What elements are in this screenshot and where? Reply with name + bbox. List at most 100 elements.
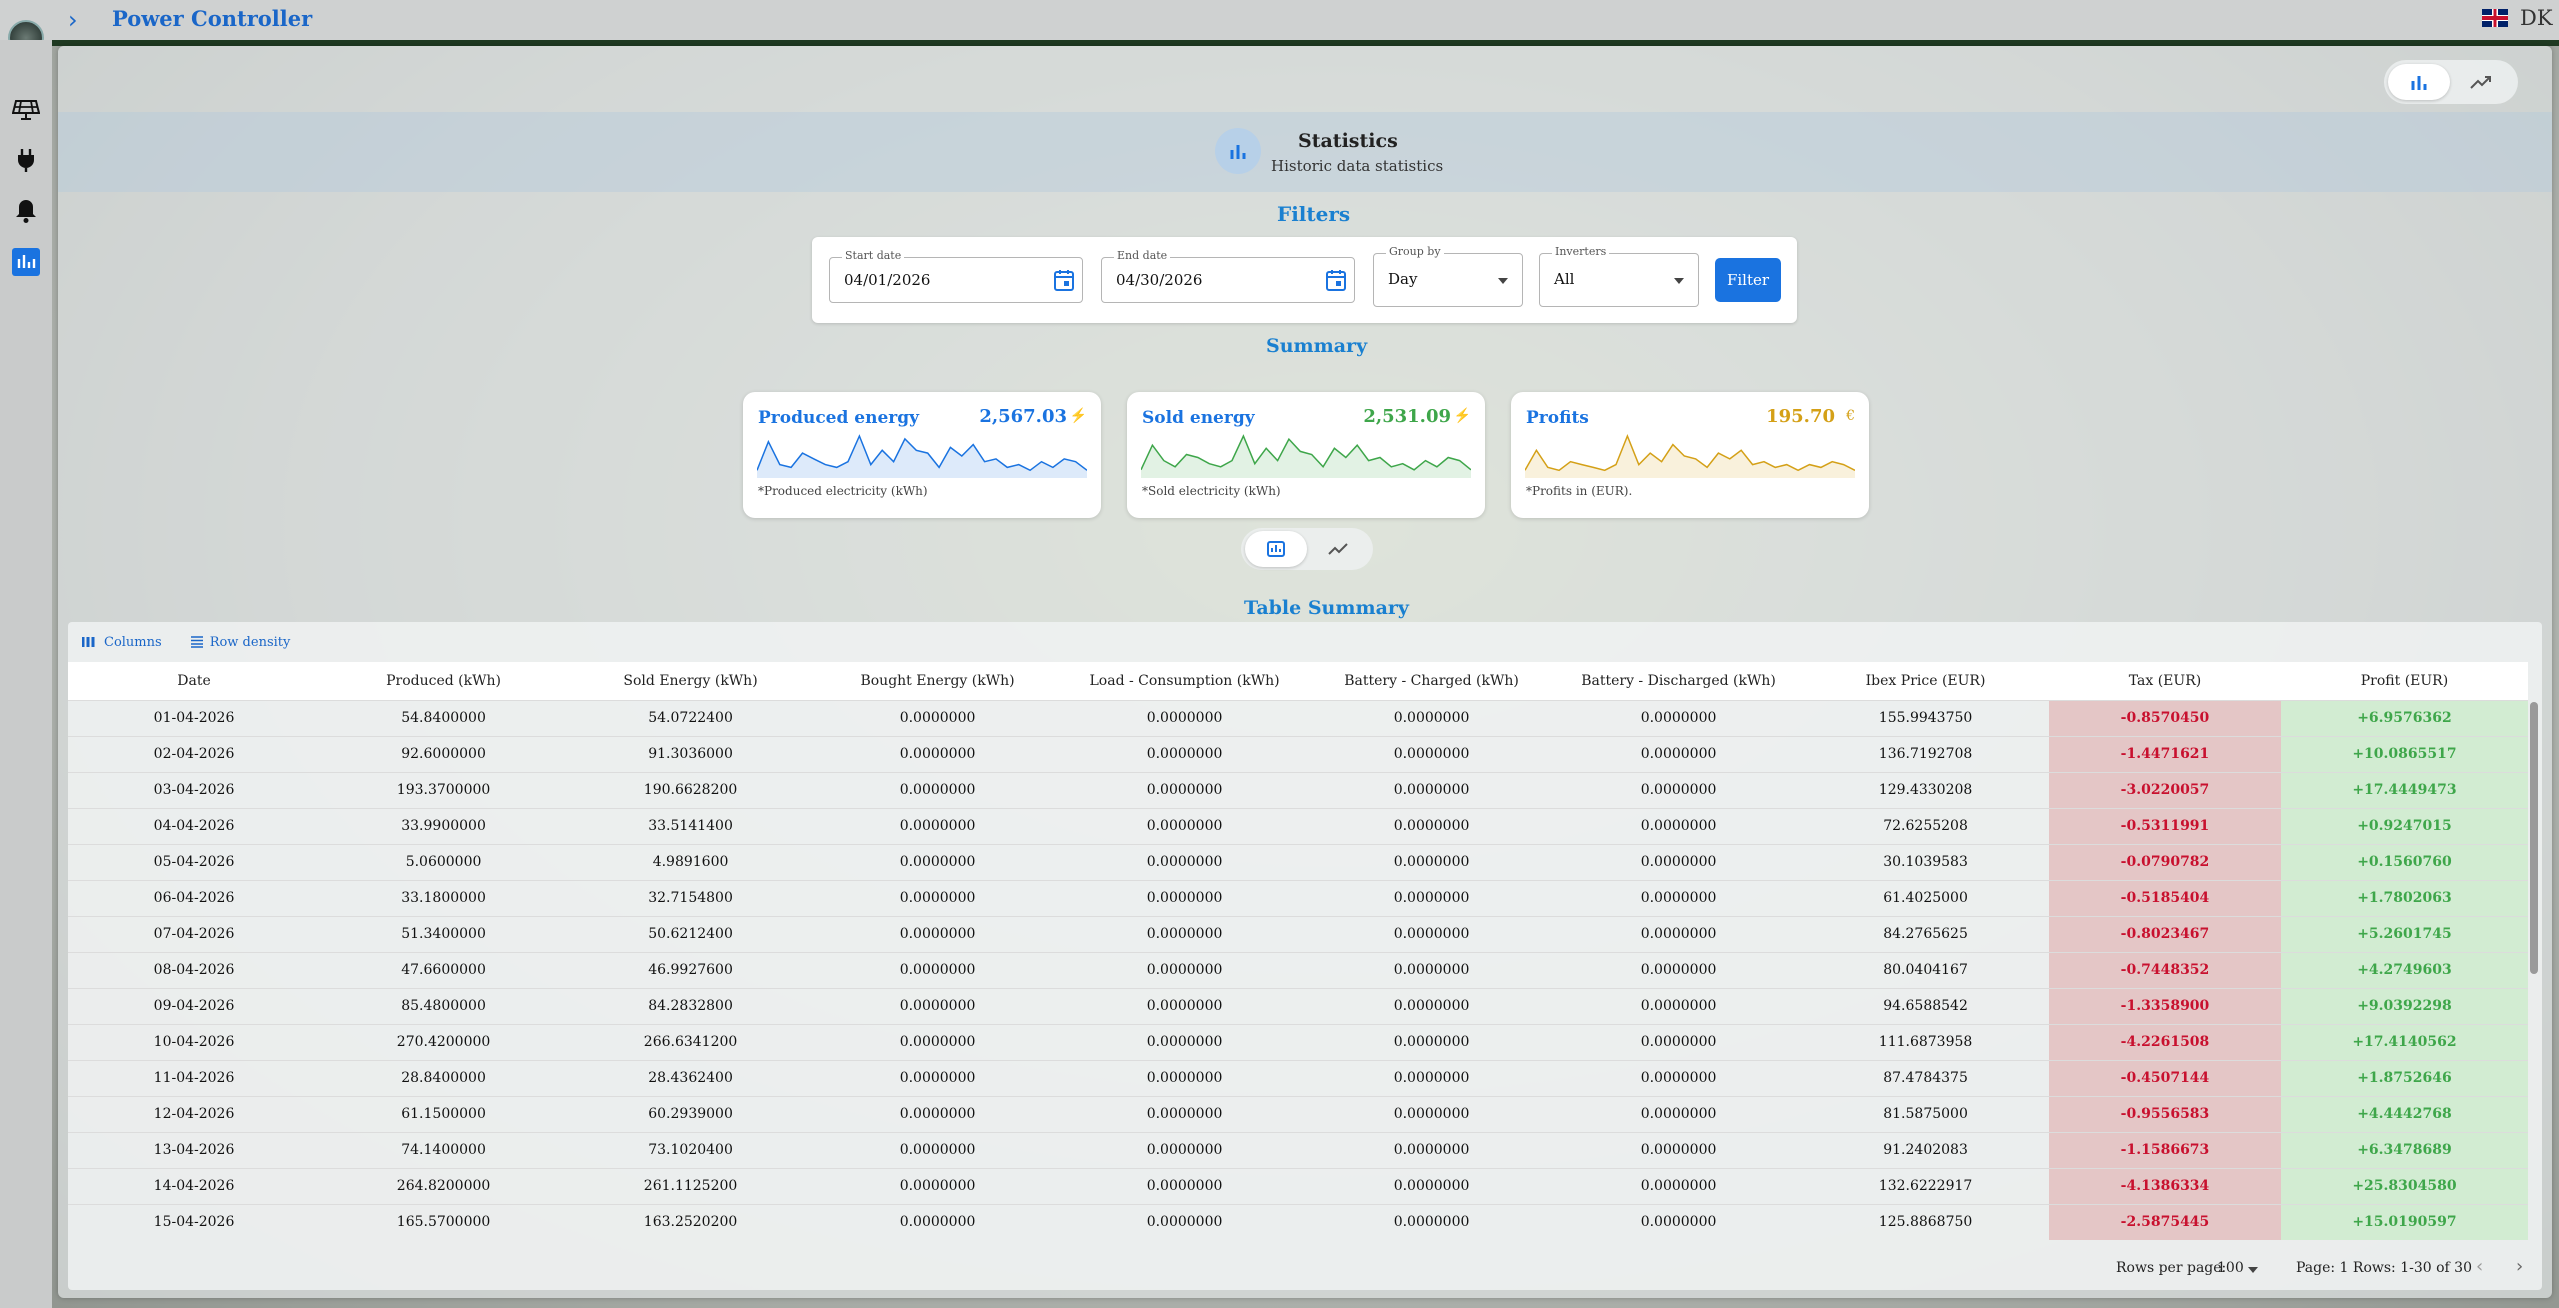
- group-by-select[interactable]: Group by Day: [1373, 245, 1523, 307]
- inverters-select[interactable]: Inverters All: [1539, 245, 1699, 307]
- column-header[interactable]: Produced (kWh): [320, 662, 568, 700]
- table-cell: 0.0000000: [1061, 1167, 1309, 1204]
- column-header[interactable]: Sold Energy (kWh): [567, 662, 815, 700]
- line-view-button[interactable]: [1307, 531, 1369, 567]
- table-row[interactable]: 03-04-2026 193.3700000 190.6628200 0.000000…: [68, 771, 2528, 808]
- previous-page-button[interactable]: ‹: [2476, 1256, 2483, 1277]
- table-cell: 85.4800000: [320, 987, 568, 1024]
- inverters-label: Inverters: [1552, 245, 1610, 258]
- summary-view-toggle: [1241, 528, 1373, 570]
- columns-button[interactable]: Columns: [82, 635, 162, 650]
- row-density-label: Row density: [209, 634, 291, 650]
- table-row[interactable]: 09-04-2026 85.4800000 84.2832800 0.0000000 0…: [68, 987, 2528, 1024]
- table-cell: 73.1020400: [567, 1131, 815, 1168]
- table-cell: 91.2402083: [1802, 1131, 2050, 1168]
- table-cell: 28.4362400: [567, 1059, 815, 1096]
- table-cell: 0.0000000: [1555, 951, 1803, 988]
- bell-icon[interactable]: [10, 195, 42, 227]
- table-cell: 0.0000000: [1308, 699, 1556, 736]
- table-cell: +17.4140562: [2280, 1023, 2528, 1060]
- language-code[interactable]: DK: [2520, 6, 2553, 30]
- table-row[interactable]: 06-04-2026 33.1800000 32.7154800 0.0000000 0…: [68, 879, 2528, 916]
- calendar-icon[interactable]: [1326, 269, 1346, 295]
- table-row[interactable]: 07-04-2026 51.3400000 50.6212400 0.0000000 0…: [68, 915, 2528, 952]
- columns-icon: [82, 637, 95, 647]
- table-row[interactable]: 15-04-2026 165.5700000 163.2520200 0.000000…: [68, 1203, 2528, 1240]
- rows-per-page-select[interactable]: 100: [2217, 1260, 2244, 1276]
- filter-card: Start date 04/01/2026 End date 04/30/202…: [812, 237, 1797, 323]
- card-view-button[interactable]: [1245, 531, 1307, 567]
- table-cell: -0.9556583: [2049, 1095, 2281, 1132]
- profits-note: *Profits in (EUR).: [1526, 484, 1633, 498]
- next-page-button[interactable]: ›: [2516, 1256, 2523, 1277]
- table-cell: 80.0404167: [1802, 951, 2050, 988]
- column-header[interactable]: Ibex Price (EUR): [1802, 662, 2050, 700]
- table-cell: +25.8304580: [2280, 1167, 2528, 1204]
- table-cell: -0.0790782: [2049, 843, 2281, 880]
- produced-sparkline-area: [757, 436, 1087, 478]
- sold-energy-card[interactable]: Sold energy 2,531.09 ⚡ *Sold electricity…: [1127, 392, 1485, 518]
- table-row[interactable]: 11-04-2026 28.8400000 28.4362400 0.0000000 0…: [68, 1059, 2528, 1096]
- end-date-field[interactable]: End date 04/30/2026: [1101, 249, 1355, 303]
- density-icon: [190, 636, 203, 648]
- calendar-icon[interactable]: [1054, 269, 1074, 295]
- end-date-value: 04/30/2026: [1116, 271, 1203, 289]
- table-cell: 51.3400000: [320, 915, 568, 952]
- profits-value: 195.70: [1766, 406, 1835, 427]
- table-cell: 0.0000000: [814, 1167, 1062, 1204]
- produced-energy-sparkline: [757, 434, 1087, 478]
- table-cell: 0.0000000: [1061, 1203, 1309, 1240]
- trend-view-button[interactable]: [2450, 64, 2512, 100]
- lightning-icon: ⚡: [1069, 408, 1087, 424]
- table-row[interactable]: 05-04-2026 5.0600000 4.9891600 0.0000000 0.0…: [68, 843, 2528, 880]
- produced-energy-note: *Produced electricity (kWh): [758, 484, 928, 498]
- table-cell: 0.0000000: [1555, 1167, 1803, 1204]
- table-cell: 33.9900000: [320, 807, 568, 844]
- vertical-scrollbar[interactable]: [2530, 702, 2538, 974]
- table-cell: -0.5311991: [2049, 807, 2281, 844]
- table-row[interactable]: 13-04-2026 74.1400000 73.1020400 0.0000000 0…: [68, 1131, 2528, 1168]
- trending-up-icon: [1328, 543, 1348, 555]
- row-density-button[interactable]: Row density: [190, 634, 291, 650]
- table-cell: -0.5185404: [2049, 879, 2281, 916]
- table-row[interactable]: 01-04-2026 54.8400000 54.0722400 0.0000000 0…: [68, 699, 2528, 736]
- column-header[interactable]: Date: [68, 662, 321, 700]
- table-row[interactable]: 02-04-2026 92.6000000 91.3036000 0.0000000 0…: [68, 735, 2528, 772]
- table-cell: 193.3700000: [320, 771, 568, 808]
- bar-view-button[interactable]: [2388, 64, 2450, 100]
- table-cell: 0.0000000: [1061, 987, 1309, 1024]
- solar-panel-icon[interactable]: [10, 94, 42, 126]
- column-header[interactable]: Battery - Discharged (kWh): [1555, 662, 1803, 700]
- table-row[interactable]: 08-04-2026 47.6600000 46.9927600 0.0000000 0…: [68, 951, 2528, 988]
- table-cell: 0.0000000: [814, 1131, 1062, 1168]
- column-header[interactable]: Profit (EUR): [2280, 662, 2528, 700]
- produced-energy-card[interactable]: Produced energy 2,567.03 ⚡ *Produced ele…: [743, 392, 1101, 518]
- bar-chart-icon[interactable]: [10, 246, 42, 278]
- profits-card[interactable]: Profits 195.70 € *Profits in (EUR).: [1511, 392, 1869, 518]
- table-cell: 13-04-2026: [68, 1131, 321, 1168]
- table-cell: 0.0000000: [1308, 1131, 1556, 1168]
- column-header[interactable]: Battery - Charged (kWh): [1308, 662, 1556, 700]
- table-cell: 132.6222917: [1802, 1167, 2050, 1204]
- filter-button[interactable]: Filter: [1715, 258, 1781, 302]
- column-header[interactable]: Load - Consumption (kWh): [1061, 662, 1309, 700]
- plug-icon[interactable]: [10, 144, 42, 176]
- table-cell: 54.8400000: [320, 699, 568, 736]
- table-cell: -1.4471621: [2049, 735, 2281, 772]
- table-row[interactable]: 04-04-2026 33.9900000 33.5141400 0.0000000 0…: [68, 807, 2528, 844]
- table-row[interactable]: 12-04-2026 61.1500000 60.2939000 0.0000000 0…: [68, 1095, 2528, 1132]
- table-cell: 0.0000000: [814, 807, 1062, 844]
- table-row[interactable]: 10-04-2026 270.4200000 266.6341200 0.000000…: [68, 1023, 2528, 1060]
- table-cell: 0.0000000: [814, 1059, 1062, 1096]
- table-cell: 08-04-2026: [68, 951, 321, 988]
- chevron-down-icon[interactable]: [2248, 1267, 2258, 1273]
- table-row[interactable]: 14-04-2026 264.8200000 261.1125200 0.000000…: [68, 1167, 2528, 1204]
- sold-sparkline-area: [1141, 436, 1471, 478]
- uk-flag-icon[interactable]: [2482, 9, 2508, 27]
- column-header[interactable]: Tax (EUR): [2049, 662, 2281, 700]
- expand-sidebar-chevron-icon[interactable]: ›: [68, 6, 78, 34]
- table-footer: Rows per page: 100 Page: 1 Rows: 1-30 of…: [68, 1248, 2542, 1290]
- statistics-subtitle: Historic data statistics: [1271, 157, 1444, 175]
- start-date-field[interactable]: Start date 04/01/2026: [829, 249, 1083, 303]
- column-header[interactable]: Bought Energy (kWh): [814, 662, 1062, 700]
